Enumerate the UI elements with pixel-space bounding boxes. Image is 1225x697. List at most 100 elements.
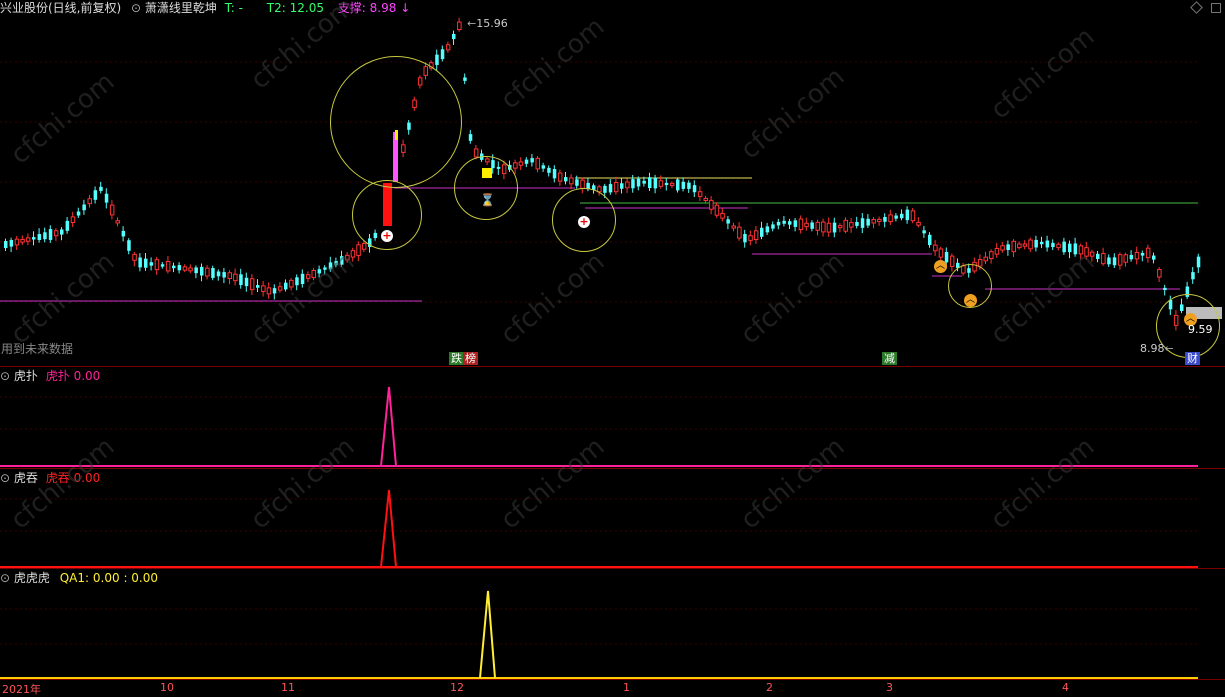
- candle-body: [1152, 255, 1156, 260]
- candle-body: [233, 273, 238, 282]
- candle-body: [782, 220, 786, 224]
- candle-body: [928, 234, 932, 246]
- candle-body: [1196, 256, 1201, 268]
- candle-body: [748, 235, 753, 241]
- event-marker-cai[interactable]: 财: [1185, 352, 1200, 365]
- candle-body: [53, 230, 59, 237]
- candle-body: [1006, 244, 1010, 251]
- future-data-note: 用到未来数据: [1, 342, 74, 356]
- candle-body: [115, 220, 120, 224]
- spike-line: [479, 590, 496, 679]
- candle-body: [445, 44, 451, 51]
- candle-body: [121, 230, 126, 237]
- yellow-square-marker: [482, 168, 492, 178]
- candle-body: [910, 210, 916, 222]
- event-marker-jian[interactable]: 减: [882, 352, 897, 365]
- candle-body: [821, 221, 826, 233]
- event-marker-bang[interactable]: 榜: [463, 352, 478, 365]
- candle-body: [849, 222, 854, 228]
- candle-body: [60, 229, 64, 235]
- hourglass-icon: ⌛: [480, 193, 495, 207]
- candle-body: [1073, 243, 1078, 255]
- x-tick-label: 2: [766, 681, 773, 694]
- panel-3-chart[interactable]: [0, 569, 1225, 680]
- candle-body: [272, 288, 277, 294]
- candle-body: [866, 218, 870, 226]
- candle-body: [771, 224, 775, 229]
- candle-body: [765, 226, 770, 233]
- candle-body: [826, 222, 832, 233]
- candle-body: [1056, 243, 1061, 249]
- candle-body: [658, 180, 664, 187]
- candle-body: [452, 33, 456, 40]
- candle-body: [631, 179, 635, 189]
- candle-body: [697, 191, 703, 197]
- candle-body: [687, 182, 691, 189]
- candle-body: [266, 287, 272, 295]
- candle-body: [575, 179, 579, 186]
- candle-body: [905, 209, 910, 221]
- candlesticks: [4, 17, 1201, 331]
- buy-plus-icon: +: [578, 215, 590, 228]
- candle-body: [457, 21, 462, 31]
- candle-body: [798, 218, 804, 231]
- candle-body: [440, 49, 445, 60]
- candle-body: [989, 251, 994, 260]
- candle-body: [1096, 253, 1100, 259]
- candle-body: [916, 221, 921, 226]
- candle-body: [1163, 287, 1167, 291]
- candle-body: [70, 216, 76, 223]
- spike-line: [380, 489, 397, 568]
- candle-body: [1134, 251, 1140, 260]
- candle-body: [636, 178, 641, 187]
- candle-body: [216, 271, 221, 277]
- candle-body: [709, 199, 714, 210]
- candle-body: [256, 285, 260, 288]
- candle-body: [922, 230, 926, 234]
- candle-body: [1022, 243, 1028, 247]
- candle-body: [188, 267, 193, 272]
- candle-body: [1068, 243, 1072, 253]
- x-tick-label: 2021年: [2, 683, 41, 696]
- candle-body: [277, 286, 283, 291]
- candle-body: [1123, 254, 1128, 263]
- high-price-label: ←15.96: [467, 17, 508, 30]
- x-tick-label: 12: [450, 681, 464, 694]
- candle-body: [144, 258, 148, 268]
- candle-body: [608, 184, 613, 193]
- candle-body: [463, 77, 467, 81]
- candle-body: [350, 250, 356, 258]
- event-marker-die[interactable]: 跌: [449, 352, 464, 365]
- candle-body: [1062, 241, 1066, 253]
- candle-body: [211, 268, 215, 278]
- candle-body: [1145, 247, 1151, 259]
- candle-body: [518, 161, 524, 166]
- candle-body: [983, 256, 988, 262]
- candle-body: [149, 262, 154, 266]
- candle-body: [994, 247, 1000, 255]
- candle-body: [552, 169, 557, 179]
- candle-body: [669, 182, 675, 186]
- candle-body: [182, 266, 188, 271]
- candle-body: [760, 227, 764, 237]
- candle-body: [513, 162, 518, 169]
- panel-2-chart[interactable]: [0, 469, 1225, 569]
- candle-body: [289, 279, 294, 288]
- candle-body: [720, 212, 725, 219]
- candle-body: [205, 267, 210, 277]
- candle-body: [311, 269, 316, 279]
- candle-body: [82, 204, 86, 211]
- candle-body: [776, 221, 781, 226]
- candle-body: [1140, 252, 1145, 256]
- candle-body: [468, 134, 473, 141]
- candle-body: [1191, 272, 1195, 280]
- panel-1-chart[interactable]: [0, 367, 1225, 468]
- candle-body: [894, 215, 898, 219]
- main-price-chart[interactable]: [0, 0, 1225, 366]
- candle-body: [32, 237, 36, 240]
- candle-body: [14, 238, 20, 246]
- signal-circle: [330, 56, 462, 188]
- candle-body: [138, 257, 142, 268]
- candle-body: [535, 157, 540, 170]
- candle-body: [340, 256, 344, 265]
